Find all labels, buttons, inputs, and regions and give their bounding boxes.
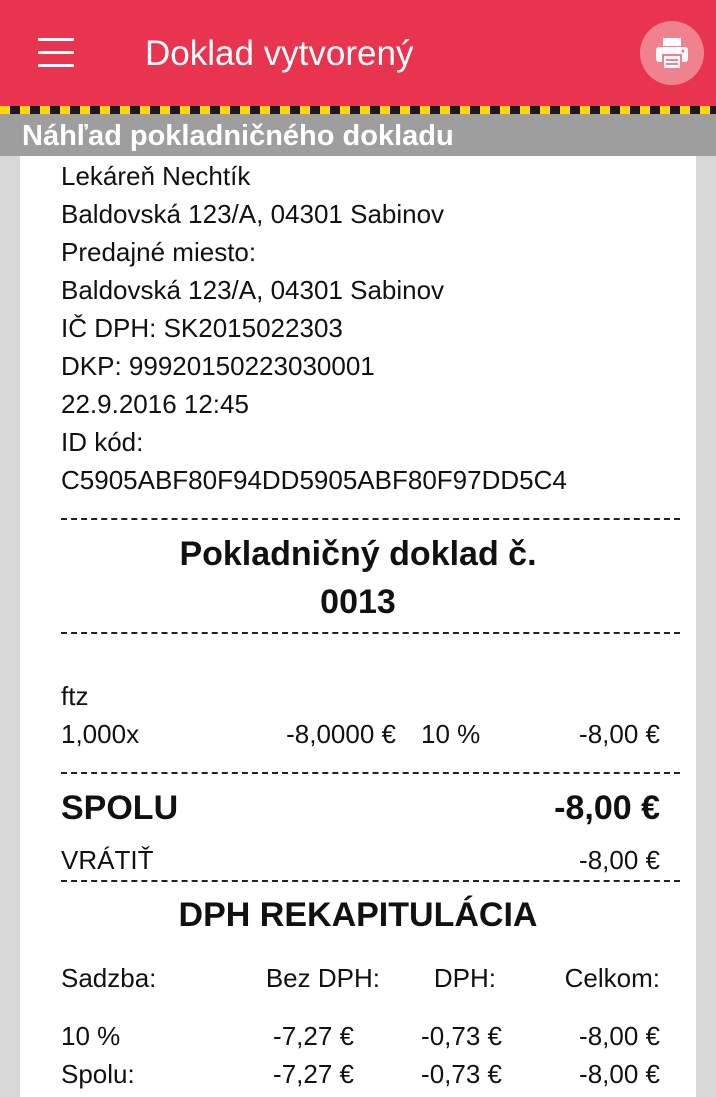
vat-header-rate: Sadzba: bbox=[61, 963, 157, 993]
section-header-title: Náhľad pokladničného dokladu bbox=[22, 120, 454, 152]
item-total: -8,00 € bbox=[579, 719, 660, 749]
sum-value: -8,00 € bbox=[554, 789, 660, 827]
item-name: ftz bbox=[61, 681, 89, 711]
vat-sum-base: -7,27 € bbox=[273, 1059, 354, 1089]
print-button[interactable] bbox=[640, 21, 704, 85]
vat-sum-vat: -0,73 € bbox=[421, 1059, 502, 1089]
vat-id-label: IČ DPH: bbox=[61, 313, 157, 343]
vat-row-vat: -0,73 € bbox=[421, 1021, 502, 1051]
id-code-value: C5905ABF80F94DD5905ABF80F97DD5C4 bbox=[61, 465, 567, 495]
id-code-label: ID kód: bbox=[61, 427, 144, 457]
receipt-number: 0013 bbox=[320, 583, 396, 621]
receipt-datetime: 22.9.2016 12:45 bbox=[61, 389, 249, 419]
vat-header-total: Celkom: bbox=[564, 963, 660, 993]
item-vat-rate: 10 % bbox=[421, 719, 481, 749]
vat-id-value: SK2015022303 bbox=[163, 313, 343, 343]
vat-row-total: -8,00 € bbox=[579, 1021, 660, 1051]
divider bbox=[61, 632, 680, 634]
vat-header-vat: DPH: bbox=[433, 963, 496, 993]
vat-header-base: Bez DPH: bbox=[265, 963, 380, 993]
app-bar: Doklad vytvorený bbox=[0, 0, 716, 106]
section-header: Náhľad pokladničného dokladu bbox=[0, 114, 716, 156]
dkp-label: DKP: bbox=[61, 351, 122, 381]
return-value: -8,00 € bbox=[579, 845, 660, 875]
vat-sum-total: -8,00 € bbox=[579, 1059, 660, 1089]
vat-id-line: IČ DPH: SK2015022303 bbox=[61, 312, 343, 344]
divider bbox=[61, 772, 680, 774]
divider bbox=[61, 880, 680, 882]
receipt-preview[interactable]: Lekáreň Nechtík Baldovská 123/A, 04301 S… bbox=[20, 156, 696, 1097]
receipt-title: Pokladničný doklad č. bbox=[179, 535, 537, 573]
vat-sum-label: Spolu: bbox=[61, 1059, 135, 1089]
dkp-line: DKP: 99920150223030001 bbox=[61, 350, 375, 382]
dkp-value: 99920150223030001 bbox=[128, 351, 375, 381]
hamburger-menu-icon[interactable] bbox=[38, 38, 74, 68]
page-title: Doklad vytvorený bbox=[145, 34, 414, 73]
sale-point-label: Predajné miesto: bbox=[61, 237, 257, 267]
vat-recap-title: DPH REKAPITULÁCIA bbox=[178, 896, 538, 934]
vat-row-base: -7,27 € bbox=[273, 1021, 354, 1051]
store-name: Lekáreň Nechtík bbox=[61, 161, 251, 191]
printer-icon bbox=[656, 38, 688, 70]
sale-point-address: Baldovská 123/A, 04301 Sabinov bbox=[61, 275, 445, 305]
item-unit-price: -8,0000 € bbox=[286, 719, 396, 749]
vat-row-rate: 10 % bbox=[61, 1021, 121, 1051]
sum-label: SPOLU bbox=[61, 789, 179, 827]
divider bbox=[61, 518, 680, 520]
return-label: VRÁTIŤ bbox=[61, 845, 154, 875]
hazard-stripe bbox=[0, 106, 716, 114]
item-quantity: 1,000x bbox=[61, 719, 140, 749]
store-address: Baldovská 123/A, 04301 Sabinov bbox=[61, 199, 445, 229]
